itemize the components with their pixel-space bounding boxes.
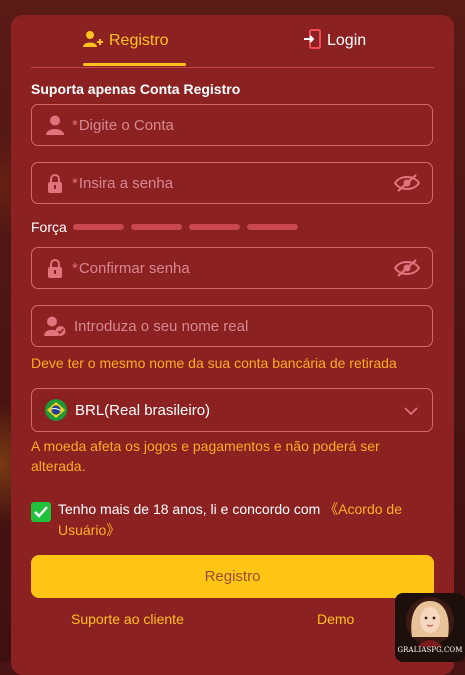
- real-name-field[interactable]: Introduza o seu nome real: [31, 305, 433, 347]
- password-placeholder: Insira a senha: [78, 174, 174, 192]
- floating-support-badge[interactable]: GRALIASPG.COM: [395, 593, 465, 662]
- agreement-checkbox[interactable]: [31, 502, 51, 522]
- required-mark: *: [72, 259, 78, 277]
- user-check-icon: [44, 315, 66, 337]
- tab-registro[interactable]: Registro: [83, 29, 169, 53]
- real-name-placeholder: Introduza o seu nome real: [74, 317, 249, 335]
- chevron-down-icon: [404, 403, 418, 421]
- active-tab-indicator: [83, 63, 186, 66]
- brazil-flag-icon: [45, 399, 67, 421]
- form-subtitle: Suporta apenas Conta Registro: [31, 81, 241, 97]
- badge-caption: GRALIASPG.COM: [397, 646, 463, 654]
- confirm-password-field[interactable]: * Confirmar senha: [31, 247, 433, 289]
- user-plus-icon: [83, 30, 103, 53]
- agreement-label: Tenho mais de 18 anos, li e concordo com: [58, 501, 325, 517]
- login-door-icon: [303, 28, 321, 54]
- tab-registro-label: Registro: [109, 32, 169, 49]
- real-name-hint: Deve ter o mesmo nome da sua conta bancá…: [31, 355, 397, 371]
- avatar-image: [406, 597, 454, 647]
- lock-icon: [44, 257, 66, 279]
- user-icon: [44, 114, 66, 136]
- password-field[interactable]: * Insira a senha: [31, 162, 433, 204]
- customer-support-link[interactable]: Suporte ao cliente: [71, 611, 184, 627]
- confirm-placeholder: Confirmar senha: [78, 259, 190, 277]
- register-modal: Registro Login Suporta apenas Conta Regi…: [11, 15, 454, 675]
- currency-hint: A moeda afeta os jogos e pagamentos e nã…: [31, 438, 380, 474]
- demo-link[interactable]: Demo: [317, 611, 354, 627]
- account-placeholder: Digite o Conta: [78, 116, 174, 134]
- tab-login-label: Login: [327, 32, 367, 49]
- eye-closed-icon[interactable]: [393, 258, 421, 278]
- strength-bar: [189, 224, 240, 230]
- strength-bar: [131, 224, 182, 230]
- check-icon: [34, 506, 48, 518]
- auth-tabs: Registro Login: [31, 15, 434, 68]
- account-field[interactable]: * Digite o Conta: [31, 104, 433, 146]
- eye-closed-icon[interactable]: [393, 173, 421, 193]
- required-mark: *: [72, 116, 78, 134]
- strength-bar: [247, 224, 298, 230]
- currency-select[interactable]: BRL(Real brasileiro): [31, 388, 433, 432]
- currency-value: BRL(Real brasileiro): [75, 401, 211, 419]
- tab-login[interactable]: Login: [303, 28, 367, 54]
- required-mark: *: [72, 174, 78, 192]
- agreement-text: Tenho mais de 18 anos, li e concordo com…: [58, 499, 418, 541]
- strength-bar: [73, 224, 124, 230]
- register-submit-button[interactable]: Registro: [31, 555, 434, 598]
- strength-label: Força: [31, 219, 67, 235]
- lock-icon: [44, 172, 66, 194]
